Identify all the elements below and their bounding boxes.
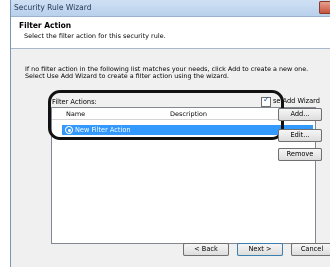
- add-button[interactable]: Add...: [278, 108, 322, 121]
- security-rule-wizard-window: Security Rule Wizard Filter Action Selec…: [10, 0, 330, 267]
- page-title: Filter Action: [19, 21, 72, 30]
- title-bar: Security Rule Wizard: [11, 0, 330, 17]
- remove-button[interactable]: Remove: [278, 148, 322, 161]
- wizard-header: Filter Action Select the filter action f…: [11, 17, 330, 49]
- next-button[interactable]: Next >: [237, 243, 283, 256]
- highlight-outline: [48, 90, 284, 140]
- page-subtitle: Select the filter action for this securi…: [24, 32, 166, 40]
- close-button[interactable]: [319, 1, 330, 14]
- back-button[interactable]: < Back: [183, 243, 229, 256]
- window-title: Security Rule Wizard: [14, 3, 92, 12]
- instructions-text: If no filter action in the following lis…: [25, 65, 309, 80]
- cancel-button[interactable]: Cancel: [291, 243, 330, 256]
- edit-button[interactable]: Edit...: [278, 129, 322, 142]
